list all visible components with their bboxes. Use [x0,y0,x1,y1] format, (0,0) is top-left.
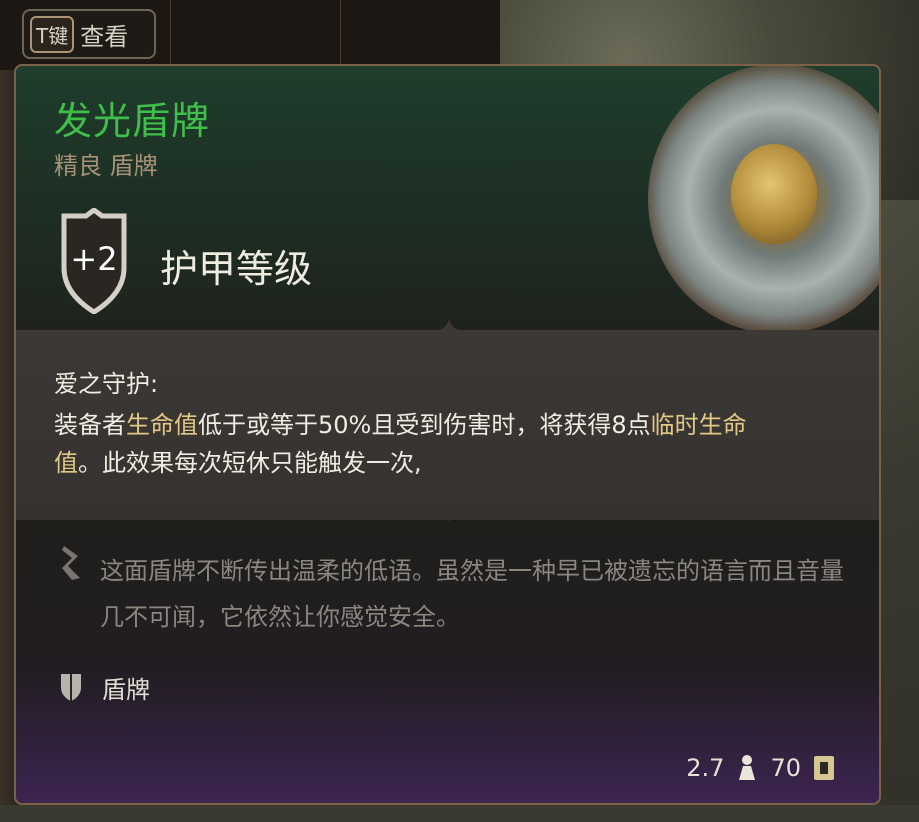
weight-icon [739,755,756,780]
effect-text: 低于或等于50%且受到伤害时，将获得8点 [198,411,651,439]
effect-text: 装备者 [54,411,126,439]
armor-class-label: 护甲等级 [160,247,313,291]
item-name: 发光盾牌 [54,99,211,143]
section-notch [436,512,462,522]
gold-icon [814,756,834,780]
lore-text: 这面盾牌不断传出温柔的低语。虽然是一种早已被遗忘的语言而且音量几不可闻，它依然让… [100,557,844,631]
panel-divider [340,0,341,70]
panel-divider [170,0,171,70]
gold-value: 70 [770,754,801,782]
item-type-label: 盾牌 [102,676,150,704]
item-shield-image [648,66,879,334]
item-footer: 2.7 70 [686,754,835,782]
effect-text: 。此效果每次短休只能触发一次, [78,449,422,477]
effect-description: 装备者生命值低于或等于50%且受到伤害时，将获得8点临时生命值。此效果每次短休只… [54,406,774,482]
background-bottom [0,805,919,822]
keybind-hint: T键 [30,15,75,53]
view-button[interactable]: T键 查看 [22,9,156,59]
weight-value: 2.7 [686,754,725,782]
effect-keyword-hp[interactable]: 生命值 [126,411,198,439]
shield-boss [731,144,817,244]
shield-type-icon [61,674,81,701]
armor-class-value: +2 [70,240,118,278]
view-label: 查看 [80,22,129,51]
section-notch [436,320,462,330]
effect-title: 爱之守护: [54,370,159,398]
item-tooltip: 发光盾牌 精良 盾牌 +2 护甲等级 爱之守护: 装备者生命值低于或等于50%且… [14,64,881,805]
item-rarity-type: 精良 盾牌 [54,152,158,180]
lore-quill-icon [62,546,80,580]
